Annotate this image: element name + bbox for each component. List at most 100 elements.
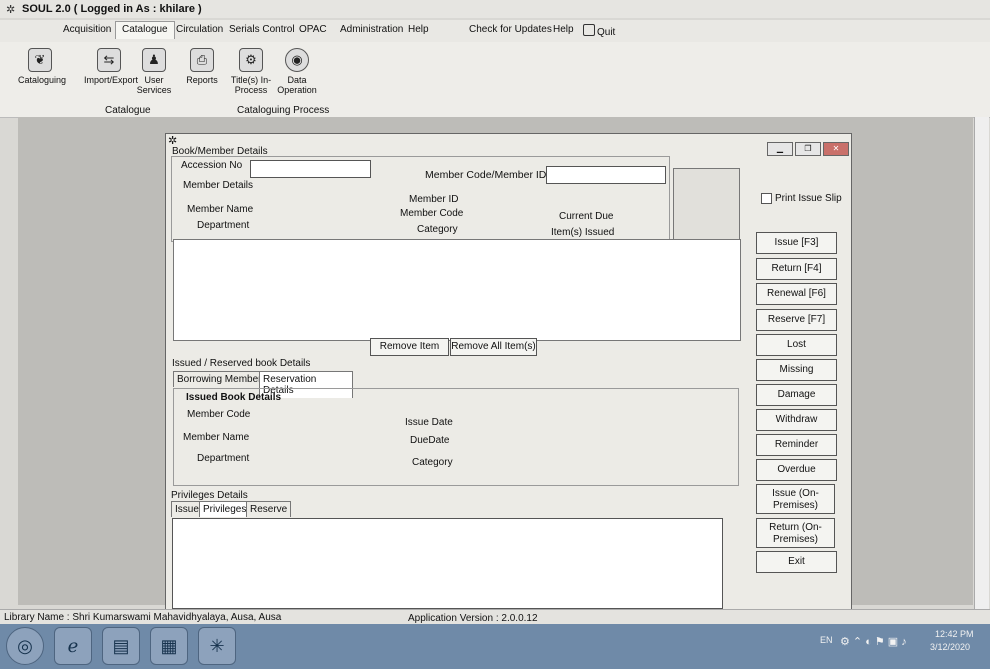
current-due-label: Current Due — [559, 211, 614, 222]
clock-date[interactable]: 3/12/2020 — [930, 642, 970, 652]
ribbon-import-export-label: Import/Export — [84, 75, 139, 85]
explorer-icon[interactable]: ▤ — [102, 627, 140, 665]
ib-issue-date-label: Issue Date — [405, 417, 453, 428]
app-icon: ✲ — [6, 4, 16, 16]
menu-circulation[interactable]: Circulation — [176, 24, 223, 35]
disc-icon: ◉ — [285, 48, 309, 72]
missing-button[interactable]: Missing — [756, 359, 837, 381]
ribbon-cataloguing[interactable]: ❦ Cataloguing — [18, 48, 66, 85]
remove-all-items-button[interactable]: Remove All Item(s) — [450, 338, 537, 356]
panel-restore-button[interactable]: ❐ — [795, 142, 821, 156]
accession-input[interactable] — [250, 160, 371, 178]
member-code-id-label: Member Code/Member ID — [425, 169, 547, 181]
user-services-icon: ♟ — [142, 48, 166, 72]
ib-member-code-label: Member Code — [187, 409, 251, 420]
ribbon-titles-in-process[interactable]: ⚙ Title(s) In-Process — [229, 48, 273, 95]
member-name-label: Member Name — [187, 204, 254, 215]
return-on-premises-button[interactable]: Return (On-Premises) — [756, 518, 835, 548]
menu-quit[interactable]: Quit — [583, 24, 615, 38]
return-button[interactable]: Return [F4] — [756, 258, 837, 280]
privileges-title: Privileges Details — [171, 490, 248, 501]
app-version: Application Version : 2.0.0.12 — [408, 613, 538, 624]
reserve-button[interactable]: Reserve [F7] — [756, 309, 837, 331]
print-issue-slip-label: Print Issue Slip — [775, 193, 842, 204]
overdue-button[interactable]: Overdue — [756, 459, 837, 481]
tab-reserve[interactable]: Reserve — [246, 501, 292, 517]
ib-due-date-label: DueDate — [410, 435, 450, 446]
ribbon: ❦ Cataloguing ⇆ Import/Export ♟ User Ser… — [0, 42, 990, 118]
print-issue-slip-checkbox[interactable] — [761, 193, 772, 204]
ribbon-reports[interactable]: ⎙ Reports — [184, 48, 220, 85]
member-code-id-input[interactable] — [546, 166, 666, 184]
panel-minimize-button[interactable]: ▁ — [767, 142, 793, 156]
issued-book-details-label: Issued Book Details — [186, 392, 282, 403]
member-details-label: Member Details — [183, 180, 254, 191]
ib-department-label: Department — [197, 453, 250, 464]
remove-item-button[interactable]: Remove Item — [370, 338, 449, 356]
ribbon-data-operation-label: Data Operation — [277, 75, 317, 95]
document-icon[interactable]: ▦ — [150, 627, 188, 665]
menu-acquisition[interactable]: Acquisition — [63, 24, 111, 35]
category-label: Category — [417, 224, 458, 235]
menu-administration[interactable]: Administration — [340, 24, 403, 35]
group-catalogue: Catalogue — [105, 105, 151, 116]
menu-catalogue[interactable]: Catalogue — [115, 21, 175, 39]
accession-label: Accession No — [181, 160, 243, 171]
items-issued-label: Item(s) Issued — [551, 227, 615, 238]
item-list-area[interactable] — [173, 239, 741, 341]
ribbon-reports-label: Reports — [186, 75, 218, 85]
menu-help[interactable]: Help — [408, 24, 429, 35]
window-title: SOUL 2.0 ( Logged in As : khilare ) — [22, 3, 202, 15]
vertical-scrollbar[interactable] — [974, 117, 989, 609]
cataloguing-icon: ❦ — [28, 48, 52, 72]
menu-opac[interactable]: OPAC — [299, 24, 327, 35]
soul-app-icon[interactable]: ✳ — [198, 627, 236, 665]
member-id-label: Member ID — [409, 194, 459, 205]
ribbon-user-services[interactable]: ♟ User Services — [136, 48, 172, 95]
tab-borrowing-member[interactable]: Borrowing Member — [173, 371, 266, 387]
privileges-area[interactable] — [172, 518, 723, 609]
start-orb-icon[interactable]: ◎ — [6, 627, 44, 665]
printer-icon: ⎙ — [190, 48, 214, 72]
title-bar: ✲ SOUL 2.0 ( Logged in As : khilare ) — [0, 0, 990, 18]
quit-icon — [583, 24, 595, 36]
issue-on-premises-button[interactable]: Issue (On-Premises) — [756, 484, 835, 514]
ribbon-titles-label: Title(s) In-Process — [230, 75, 272, 95]
exit-button[interactable]: Exit — [756, 551, 837, 573]
clock-time[interactable]: 12:42 PM — [935, 629, 974, 639]
withdraw-button[interactable]: Withdraw — [756, 409, 837, 431]
member-code-label: Member Code — [400, 208, 464, 219]
reminder-button[interactable]: Reminder — [756, 434, 837, 456]
member-photo — [673, 168, 740, 246]
tray-icons[interactable]: ⚙ ⌃ ◐ ⚑ ▣ ♪ — [840, 635, 907, 648]
browser-icon[interactable]: ℯ — [54, 627, 92, 665]
issued-reserved-title: Issued / Reserved book Details — [172, 358, 311, 369]
issue-button[interactable]: Issue [F3] — [756, 232, 837, 254]
damage-button[interactable]: Damage — [756, 384, 837, 406]
panel-window-controls: ▁ ❐ ✕ — [767, 142, 849, 156]
language-indicator[interactable]: EN — [820, 635, 833, 645]
ib-category-label: Category — [412, 457, 453, 468]
import-export-icon: ⇆ — [97, 48, 121, 72]
menu-serials-control[interactable]: Serials Control — [229, 24, 295, 35]
department-label: Department — [197, 220, 250, 231]
ribbon-cataloguing-label: Cataloguing — [18, 75, 67, 85]
issued-tabs: Borrowing Member Reservation Details — [173, 371, 353, 398]
menu-bar: Acquisition Catalogue Circulation Serial… — [0, 20, 990, 42]
tab-privileges[interactable]: Privileges — [199, 501, 251, 517]
ribbon-user-services-label: User Services — [136, 75, 172, 95]
library-name: Library Name : Shri Kumarswami Mahavidhy… — [4, 612, 282, 623]
ib-member-name-label: Member Name — [183, 432, 250, 443]
quit-label: Quit — [597, 27, 616, 38]
taskbar: ◎ ℯ ▤ ▦ ✳ EN ⚙ ⌃ ◐ ⚑ ▣ ♪ 12:42 PM 3/12/2… — [0, 624, 990, 669]
privileges-tabs: Issue Privileges Reserve — [171, 501, 292, 518]
ribbon-data-operation[interactable]: ◉ Data Operation — [276, 48, 318, 95]
ribbon-import-export[interactable]: ⇆ Import/Export — [84, 48, 138, 85]
renewal-button[interactable]: Renewal [F6] — [756, 283, 837, 305]
menu-check-updates[interactable]: Check for Updates — [469, 24, 552, 35]
titles-in-process-icon: ⚙ — [239, 48, 263, 72]
panel-close-button[interactable]: ✕ — [823, 142, 849, 156]
group-cataloguing-process: Cataloguing Process — [237, 105, 330, 116]
menu-help-2[interactable]: Help — [553, 24, 574, 35]
lost-button[interactable]: Lost — [756, 334, 837, 356]
